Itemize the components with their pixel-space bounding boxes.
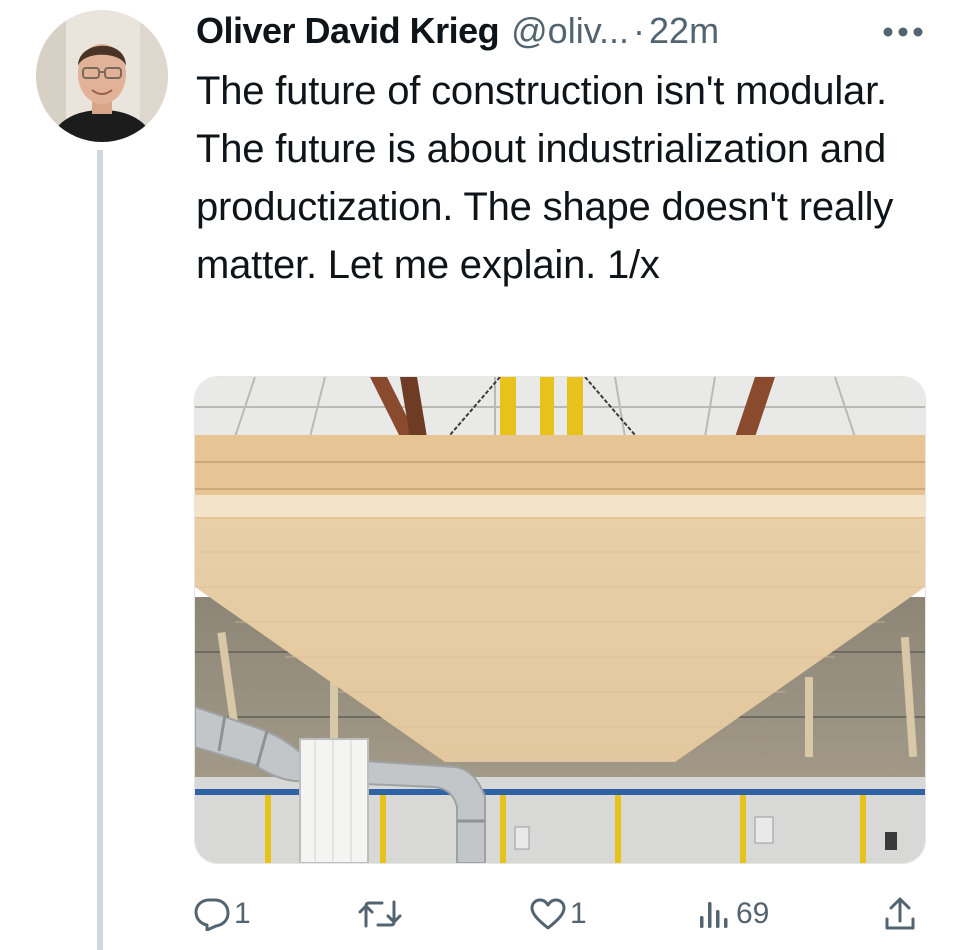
reply-icon [194,897,230,931]
action-bar: 1 1 69 [194,892,922,936]
tweet-header: Oliver David Krieg @oliv... · 22m [196,6,930,56]
thread-line [97,150,103,950]
share-button[interactable] [884,892,916,936]
retweet-icon [358,898,402,930]
author-name[interactable]: Oliver David Krieg [196,10,500,52]
tweet-text: The future of construction isn't modular… [196,69,894,287]
author-handle[interactable]: @oliv... [511,10,629,52]
more-horizontal-icon[interactable] [876,10,930,54]
share-icon [884,897,916,931]
views-count: 69 [736,897,770,930]
separator-dot: · [633,10,646,51]
timestamp[interactable]: 22m [649,10,719,52]
retweet-button[interactable] [358,892,406,936]
heart-icon [530,898,566,930]
like-button[interactable]: 1 [530,892,587,936]
reply-count: 1 [234,897,251,930]
analytics-icon [698,898,732,930]
avatar[interactable] [36,10,168,142]
like-count: 1 [570,897,587,930]
views-button[interactable]: 69 [698,892,769,936]
reply-button[interactable]: 1 [194,892,251,936]
photo-image [195,377,925,863]
avatar-photo [36,10,168,142]
tweet-photo[interactable] [194,376,926,864]
